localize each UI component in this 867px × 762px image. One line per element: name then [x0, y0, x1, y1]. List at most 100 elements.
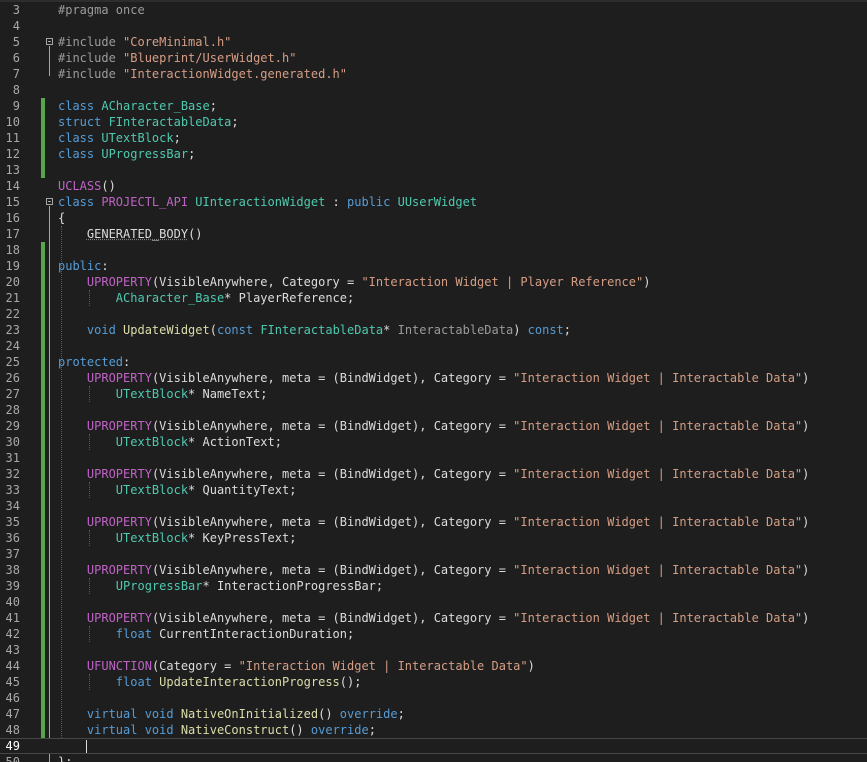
code-line[interactable]: 14 UCLASS() [0, 178, 867, 194]
code-token: UInteractionWidget [195, 195, 326, 209]
line-code[interactable]: UProgressBar* InteractionProgressBar; [58, 578, 383, 594]
code-line[interactable]: 35 UPROPERTY(VisibleAnywhere, meta = (Bi… [0, 514, 867, 530]
code-line[interactable]: 34 [0, 498, 867, 514]
line-number: 47 [5, 707, 20, 721]
line-code[interactable]: #include "InteractionWidget.generated.h" [58, 66, 347, 82]
code-line[interactable]: 20 UPROPERTY(VisibleAnywhere, Category =… [0, 274, 867, 290]
code-line[interactable]: 11 class UTextBlock; [0, 130, 867, 146]
code-line[interactable]: 49 [0, 738, 867, 754]
code-line[interactable]: 16 { [0, 210, 867, 226]
code-line[interactable]: 13 [0, 162, 867, 178]
code-line[interactable]: 5 #include "CoreMinimal.h" [0, 34, 867, 50]
code-token: ACharacter_Base [115, 291, 225, 305]
code-line[interactable]: 38 UPROPERTY(VisibleAnywhere, meta = (Bi… [0, 562, 867, 578]
code-line[interactable]: 3 #pragma once [0, 2, 867, 18]
code-line[interactable]: 48 virtual void NativeConstruct() overri… [0, 722, 867, 738]
code-line[interactable]: 23 void UpdateWidget(const FInteractable… [0, 322, 867, 338]
code-line[interactable]: 21 ACharacter_Base* PlayerReference; [0, 290, 867, 306]
line-code[interactable]: UTextBlock* QuantityText; [58, 482, 297, 498]
line-code[interactable]: UTextBlock* ActionText; [58, 434, 282, 450]
line-code[interactable]: public: [58, 258, 109, 274]
code-token: UTextBlock [115, 435, 189, 449]
line-code[interactable]: UTextBlock* NameText; [58, 386, 268, 402]
line-code[interactable]: virtual void NativeConstruct() override; [58, 722, 376, 738]
code-line[interactable]: 27 UTextBlock* NameText; [0, 386, 867, 402]
code-line[interactable]: 17 GENERATED_BODY() [0, 226, 867, 242]
code-line[interactable]: 45 float UpdateInteractionProgress(); [0, 674, 867, 690]
line-code[interactable]: UPROPERTY(VisibleAnywhere, meta = (BindW… [58, 562, 809, 578]
line-code[interactable]: #pragma once [58, 2, 145, 18]
code-line[interactable]: 44 UFUNCTION(Category = "Interaction Wid… [0, 658, 867, 674]
code-line[interactable]: 7 #include "InteractionWidget.generated.h… [0, 66, 867, 82]
code-line[interactable]: 43 [0, 642, 867, 658]
code-line[interactable]: 28 [0, 402, 867, 418]
code-line[interactable]: 24 [0, 338, 867, 354]
code-line[interactable]: 12 class UProgressBar; [0, 146, 867, 162]
code-line[interactable]: 30 UTextBlock* ActionText; [0, 434, 867, 450]
line-code[interactable]: class PROJECTL_API UInteractionWidget : … [58, 194, 477, 210]
line-code[interactable]: struct FInteractableData; [58, 114, 239, 130]
line-code[interactable]: void UpdateWidget(const FInteractableDat… [58, 322, 571, 338]
line-code[interactable]: protected: [58, 354, 130, 370]
line-code[interactable]: UCLASS() [58, 178, 116, 194]
line-code[interactable]: UPROPERTY(VisibleAnywhere, meta = (BindW… [58, 418, 809, 434]
code-line[interactable]: 42 float CurrentInteractionDuration; [0, 626, 867, 642]
code-token: UProgressBar [115, 579, 203, 593]
line-code[interactable]: virtual void NativeOnInitialized() overr… [58, 706, 405, 722]
code-line[interactable]: 47 virtual void NativeOnInitialized() ov… [0, 706, 867, 722]
code-line[interactable]: 4 [0, 18, 867, 34]
code-line[interactable]: 8 [0, 82, 867, 98]
code-line[interactable]: 32 UPROPERTY(VisibleAnywhere, meta = (Bi… [0, 466, 867, 482]
line-code[interactable]: class UProgressBar; [58, 146, 195, 162]
line-code[interactable]: UPROPERTY(VisibleAnywhere, meta = (BindW… [58, 466, 809, 482]
code-line[interactable]: 39 UProgressBar* InteractionProgressBar; [0, 578, 867, 594]
code-line[interactable]: 50}; [0, 754, 867, 762]
code-line[interactable]: 46 [0, 690, 867, 706]
code-line[interactable]: 25 protected: [0, 354, 867, 370]
code-line[interactable]: 40 [0, 594, 867, 610]
line-code[interactable]: UFUNCTION(Category = "Interaction Widget… [58, 658, 535, 674]
code-token: public [58, 259, 102, 273]
code-line[interactable]: 22 [0, 306, 867, 322]
line-code[interactable]: }; [58, 754, 72, 762]
line-code[interactable]: GENERATED_BODY() [58, 226, 203, 242]
line-code[interactable]: UPROPERTY(VisibleAnywhere, meta = (BindW… [58, 370, 809, 386]
line-code[interactable]: float UpdateInteractionProgress(); [58, 674, 362, 690]
code-token: ) [802, 611, 810, 625]
code-line[interactable]: 36 UTextBlock* KeyPressText; [0, 530, 867, 546]
code-line[interactable]: 37 [0, 546, 867, 562]
line-number: 10 [5, 115, 20, 129]
line-code[interactable]: UPROPERTY(VisibleAnywhere, meta = (BindW… [58, 514, 809, 530]
code-line[interactable]: 10 struct FInteractableData; [0, 114, 867, 130]
line-code[interactable]: class UTextBlock; [58, 130, 181, 146]
code-line[interactable]: 29 UPROPERTY(VisibleAnywhere, meta = (Bi… [0, 418, 867, 434]
text-caret [86, 740, 87, 753]
code-line[interactable]: 31 [0, 450, 867, 466]
line-code[interactable]: class ACharacter_Base; [58, 98, 217, 114]
line-number: 11 [5, 131, 20, 145]
code-line[interactable]: 15 class PROJECTL_API UInteractionWidget … [0, 194, 867, 210]
line-code[interactable]: float CurrentInteractionDuration; [58, 626, 354, 642]
code-token: { [58, 211, 66, 225]
line-code[interactable]: { [58, 210, 65, 226]
code-line[interactable]: 33 UTextBlock* QuantityText; [0, 482, 867, 498]
code-line[interactable]: 18 [0, 242, 867, 258]
line-number: 45 [5, 675, 20, 689]
code-line[interactable]: 9 class ACharacter_Base; [0, 98, 867, 114]
code-line[interactable]: 41 UPROPERTY(VisibleAnywhere, meta = (Bi… [0, 610, 867, 626]
code-line[interactable]: 26 UPROPERTY(VisibleAnywhere, meta = (Bi… [0, 370, 867, 386]
line-code[interactable]: #include "CoreMinimal.h" [58, 34, 231, 50]
code-line[interactable]: 6 #include "Blueprint/UserWidget.h" [0, 50, 867, 66]
code-token: #include [58, 67, 124, 81]
line-code[interactable]: UPROPERTY(VisibleAnywhere, meta = (BindW… [58, 610, 809, 626]
code-editor[interactable]: 3 #pragma once 4 5 #include "CoreMinimal.h" 6… [0, 0, 867, 762]
code-token: public [347, 195, 398, 209]
code-line[interactable]: 19 public: [0, 258, 867, 274]
line-code[interactable]: ACharacter_Base* PlayerReference; [58, 290, 354, 306]
line-code[interactable]: #include "Blueprint/UserWidget.h" [58, 50, 296, 66]
code-token: "Blueprint/UserWidget.h" [123, 51, 297, 65]
line-code[interactable]: UTextBlock* KeyPressText; [58, 530, 297, 546]
line-code[interactable]: UPROPERTY(VisibleAnywhere, Category = "I… [58, 274, 651, 290]
